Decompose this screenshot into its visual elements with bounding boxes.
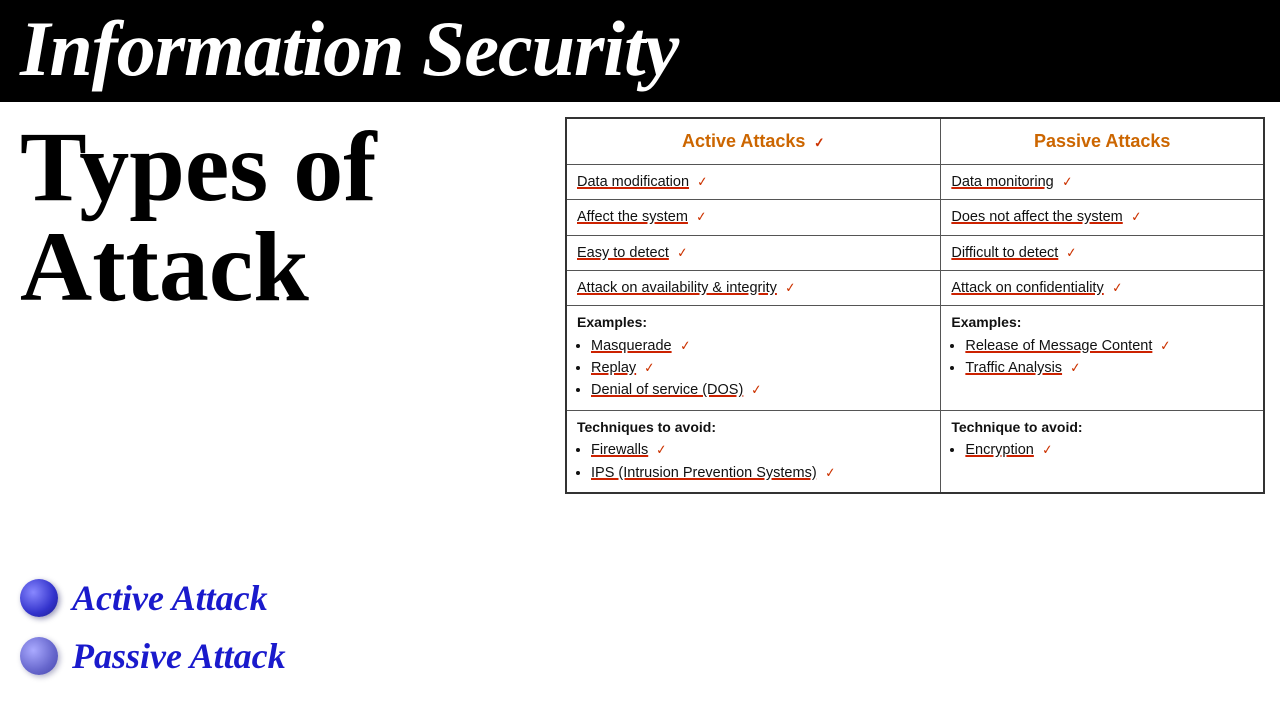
- right-section: Active Attacks ✓ Passive Attacks Data mo…: [560, 102, 1280, 707]
- list-item: Denial of service (DOS) ✓: [591, 380, 930, 400]
- table-row: Easy to detect ✓ Difficult to detect ✓: [566, 235, 1264, 270]
- list-item: Replay ✓: [591, 358, 930, 378]
- active-attack-label: Active Attack: [72, 577, 268, 619]
- passive-row4: Attack on confidentiality ✓: [941, 270, 1264, 305]
- passive-row2: Does not affect the system ✓: [941, 200, 1264, 235]
- main-title: Information Security: [20, 8, 1260, 90]
- main-content: Types ofAttack Active Attack Passive Att…: [0, 102, 1280, 707]
- types-title: Types ofAttack: [20, 117, 540, 317]
- list-item: Masquerade ✓: [591, 336, 930, 356]
- passive-techniques-cell: Technique to avoid: Encryption ✓: [941, 410, 1264, 493]
- list-item: Firewalls ✓: [591, 440, 930, 460]
- active-attack-sphere: [20, 579, 58, 617]
- active-examples-cell: Examples: Masquerade ✓ Replay ✓: [566, 306, 941, 410]
- techniques-row: Techniques to avoid: Firewalls ✓ IPS (In…: [566, 410, 1264, 493]
- list-item: Release of Message Content ✓: [965, 336, 1253, 356]
- active-attack-item: Active Attack: [20, 577, 540, 619]
- list-item: Traffic Analysis ✓: [965, 358, 1253, 378]
- header-bar: Information Security: [0, 0, 1280, 102]
- passive-attack-item: Passive Attack: [20, 635, 540, 677]
- examples-row: Examples: Masquerade ✓ Replay ✓: [566, 306, 1264, 410]
- table-row: Attack on availability & integrity ✓ Att…: [566, 270, 1264, 305]
- active-techniques-cell: Techniques to avoid: Firewalls ✓ IPS (In…: [566, 410, 941, 493]
- left-section: Types ofAttack Active Attack Passive Att…: [0, 102, 560, 707]
- active-row1: Data modification ✓: [566, 165, 941, 200]
- passive-row1: Data monitoring ✓: [941, 165, 1264, 200]
- active-row4: Attack on availability & integrity ✓: [566, 270, 941, 305]
- active-attacks-header: Active Attacks ✓: [566, 118, 941, 165]
- passive-attack-label: Passive Attack: [72, 635, 286, 677]
- passive-examples-cell: Examples: Release of Message Content ✓ T…: [941, 306, 1264, 410]
- table-row: Data modification ✓ Data monitoring ✓: [566, 165, 1264, 200]
- table-header-row: Active Attacks ✓ Passive Attacks: [566, 118, 1264, 165]
- passive-attack-sphere: [20, 637, 58, 675]
- passive-row3: Difficult to detect ✓: [941, 235, 1264, 270]
- active-row2: Affect the system ✓: [566, 200, 941, 235]
- list-item: Encryption ✓: [965, 440, 1253, 460]
- table-row: Affect the system ✓ Does not affect the …: [566, 200, 1264, 235]
- comparison-table: Active Attacks ✓ Passive Attacks Data mo…: [565, 117, 1265, 494]
- list-item: IPS (Intrusion Prevention Systems) ✓: [591, 463, 930, 483]
- attack-list: Active Attack Passive Attack: [20, 577, 540, 677]
- active-row3: Easy to detect ✓: [566, 235, 941, 270]
- passive-attacks-header: Passive Attacks: [941, 118, 1264, 165]
